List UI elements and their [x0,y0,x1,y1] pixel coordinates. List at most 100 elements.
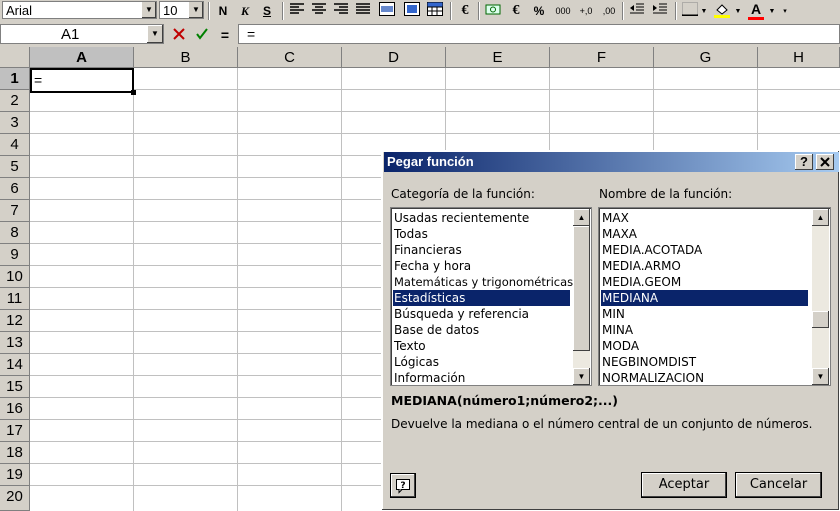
percent-style-button[interactable]: % [529,2,549,20]
active-cell-a1[interactable]: = [30,68,134,93]
row-header-16[interactable]: 16 [0,398,30,420]
category-item[interactable]: Información [394,370,465,385]
confirm-formula-button[interactable] [192,26,212,44]
scroll-down-icon[interactable]: ▼ [573,368,590,385]
euro-currency-button[interactable]: € [455,2,475,20]
column-header-h[interactable]: H [758,47,840,68]
row-header-2[interactable]: 2 [0,90,30,112]
category-item[interactable]: Base de datos [394,322,479,338]
chevron-down-icon[interactable]: ▼ [733,2,743,20]
column-header-c[interactable]: C [238,47,342,68]
function-item[interactable]: MODA [602,338,639,354]
column-header-a[interactable]: A [30,47,134,68]
row-header-4[interactable]: 4 [0,134,30,156]
row-header-5[interactable]: 5 [0,156,30,178]
category-item-selected[interactable]: Estadísticas [393,290,570,306]
category-item[interactable]: Usadas recientemente [394,210,529,226]
column-header-f[interactable]: F [550,47,654,68]
select-all-corner[interactable] [0,47,30,68]
category-item[interactable]: Todas [394,226,428,242]
row-header-7[interactable]: 7 [0,200,30,222]
function-item[interactable]: NORMALIZACION [602,370,704,385]
row-header-6[interactable]: 6 [0,178,30,200]
column-header-g[interactable]: G [654,47,758,68]
function-item[interactable]: MAX [602,210,629,226]
row-header-12[interactable]: 12 [0,310,30,332]
edit-formula-button[interactable]: = [215,26,235,44]
dialog-titlebar[interactable]: Pegar función [384,152,839,172]
font-name-select[interactable]: Arial ▼ [2,1,157,19]
category-list[interactable]: Usadas recientemente Todas Financieras F… [390,207,592,386]
fill-handle[interactable] [131,90,136,95]
increase-decimal-button[interactable]: +,0 [576,2,596,20]
chevron-down-icon[interactable]: ▼ [188,2,203,18]
scroll-thumb[interactable] [573,226,590,351]
increase-indent-button[interactable] [650,2,670,20]
row-header-13[interactable]: 13 [0,332,30,354]
ok-button[interactable]: Aceptar [641,472,727,498]
fill-color-button[interactable] [712,2,732,20]
name-box[interactable]: A1 ▼ [0,24,164,44]
euro-style-button[interactable]: € [506,2,526,20]
align-center-button[interactable] [309,2,329,20]
close-button[interactable] [816,154,834,170]
category-item[interactable]: Matemáticas y trigonométricas [394,274,573,290]
help-button[interactable]: ? [795,154,813,170]
font-size-select[interactable]: 10 ▼ [159,1,204,19]
row-header-8[interactable]: 8 [0,222,30,244]
function-item-selected[interactable]: MEDIANA [601,290,808,306]
function-item[interactable]: MEDIA.ARMO [602,258,681,274]
bold-button[interactable]: N [213,2,233,20]
toolbar-options-icon[interactable]: ▾ [780,2,790,20]
decrease-indent-button[interactable] [627,2,647,20]
office-assistant-button[interactable]: ? [390,473,416,498]
function-item[interactable]: NEGBINOMDIST [602,354,696,370]
column-header-d[interactable]: D [342,47,446,68]
chevron-down-icon[interactable]: ▼ [141,2,156,18]
category-item[interactable]: Lógicas [394,354,439,370]
chevron-down-icon[interactable]: ▼ [767,2,777,20]
row-header-17[interactable]: 17 [0,420,30,442]
function-item[interactable]: MAXA [602,226,637,242]
row-header-15[interactable]: 15 [0,376,30,398]
merge-center-button[interactable] [377,2,397,20]
row-header-1[interactable]: 1 [0,68,30,90]
function-item[interactable]: MIN [602,306,625,322]
scroll-up-icon[interactable]: ▲ [573,209,590,226]
cancel-button[interactable]: Cancelar [735,472,822,498]
function-item[interactable]: MEDIA.GEOM [602,274,681,290]
formula-input[interactable]: = [238,24,840,44]
currency-style-button[interactable] [483,2,503,20]
chevron-down-icon[interactable]: ▼ [147,25,163,43]
column-header-b[interactable]: B [134,47,238,68]
row-header-9[interactable]: 9 [0,244,30,266]
row-header-18[interactable]: 18 [0,442,30,464]
scroll-up-icon[interactable]: ▲ [812,209,829,226]
italic-button[interactable]: K [235,2,255,20]
thousands-separator-button[interactable]: 000 [553,2,573,20]
borders-button[interactable] [680,2,700,20]
row-header-14[interactable]: 14 [0,354,30,376]
row-header-11[interactable]: 11 [0,288,30,310]
align-left-button[interactable] [287,2,307,20]
row-header-3[interactable]: 3 [0,112,30,134]
table-button[interactable] [425,2,445,20]
wrap-button[interactable] [402,2,422,20]
category-item[interactable]: Fecha y hora [394,258,471,274]
row-header-10[interactable]: 10 [0,266,30,288]
row-header-19[interactable]: 19 [0,464,30,486]
row-header-20[interactable]: 20 [0,486,30,511]
scroll-down-icon[interactable]: ▼ [812,368,829,385]
underline-button[interactable]: S [257,2,277,20]
category-item[interactable]: Financieras [394,242,462,258]
category-item[interactable]: Texto [394,338,426,354]
function-item[interactable]: MINA [602,322,633,338]
category-item[interactable]: Búsqueda y referencia [394,306,529,322]
chevron-down-icon[interactable]: ▼ [699,2,709,20]
decrease-decimal-button[interactable]: ,00 [599,2,619,20]
function-list[interactable]: MAX MAXA MEDIA.ACOTADA MEDIA.ARMO MEDIA.… [598,207,831,386]
align-right-button[interactable] [331,2,351,20]
column-header-e[interactable]: E [446,47,550,68]
font-color-button[interactable]: A [746,1,766,20]
scroll-thumb[interactable] [812,311,829,328]
